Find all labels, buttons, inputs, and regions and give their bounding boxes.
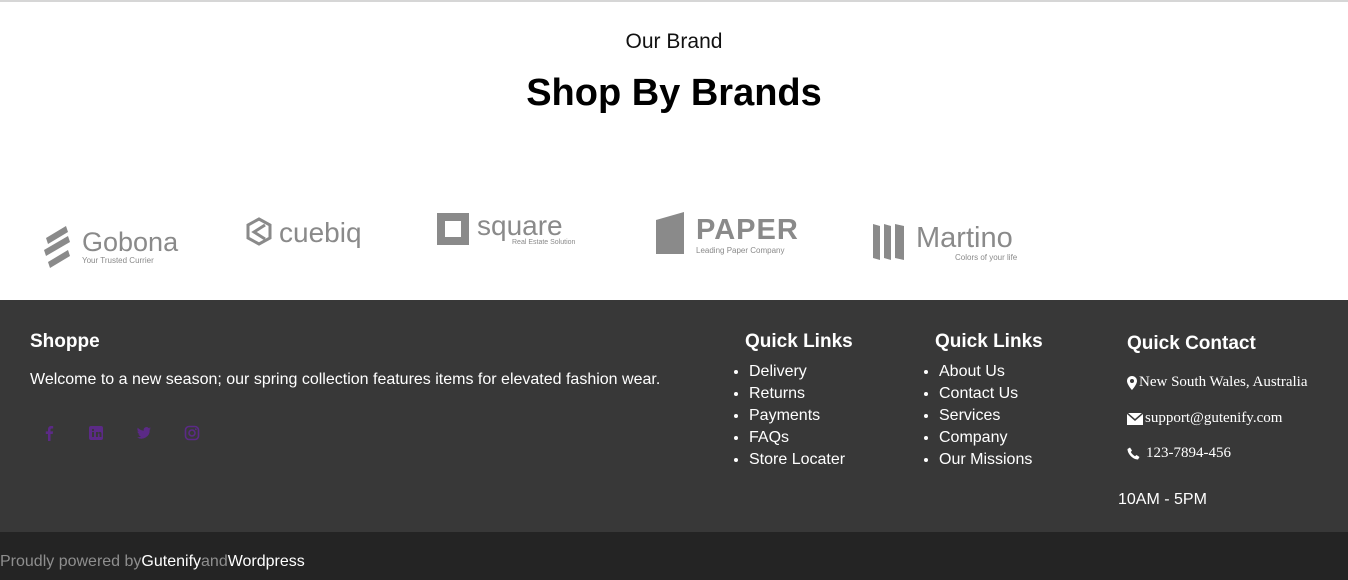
link-our-missions[interactable]: Our Missions — [939, 451, 1032, 468]
brand-tagline: Your Trusted Currier — [82, 256, 154, 265]
paperz-mark-icon — [656, 212, 684, 254]
contact-address-text: New South Wales, Australia — [1139, 374, 1308, 390]
quick-contact-title: Quick Contact — [1127, 333, 1256, 354]
envelope-icon — [1127, 412, 1143, 425]
list-item[interactable]: Company — [939, 427, 1032, 449]
quick-links-list-1: Delivery Returns Payments FAQs Store Loc… — [727, 361, 845, 471]
brand-name: square — [477, 210, 563, 241]
gutenify-link[interactable]: Gutenify — [141, 553, 201, 570]
contact-phone-text[interactable]: 123-7894-456 — [1146, 445, 1231, 462]
brand-name: Martino — [916, 222, 1013, 254]
linkedin-icon[interactable] — [88, 425, 104, 441]
wordpress-link[interactable]: Wordpress — [228, 553, 305, 570]
link-services[interactable]: Services — [939, 407, 1000, 424]
footer-description: Welcome to a new season; our spring coll… — [30, 371, 661, 388]
link-payments[interactable]: Payments — [749, 407, 820, 424]
list-item[interactable]: Store Locater — [749, 449, 845, 471]
cuebiq-mark-icon — [246, 217, 272, 246]
brand-tagline: Leading Paper Company — [696, 246, 785, 255]
brand-logo-square[interactable]: square Real Estate Solution — [436, 210, 581, 250]
contact-phone[interactable]: 123-7894-456 — [1127, 445, 1231, 462]
brand-name: Gobona — [82, 227, 179, 257]
business-hours: 10AM - 5PM — [1118, 491, 1207, 508]
site-footer: Shoppe Welcome to a new season; our spri… — [0, 300, 1348, 532]
brand-logo-cuebiq[interactable]: cuebiq — [245, 214, 375, 254]
brand-name: PAPERZ — [696, 214, 799, 246]
gobona-mark-icon — [44, 226, 70, 268]
brand-logo-paperz[interactable]: PAPERZ Leading Paper Company — [654, 210, 799, 258]
list-item[interactable]: About Us — [939, 361, 1032, 383]
list-item[interactable]: Contact Us — [939, 383, 1032, 405]
link-delivery[interactable]: Delivery — [749, 363, 807, 380]
list-item[interactable]: Returns — [749, 383, 845, 405]
link-faqs[interactable]: FAQs — [749, 429, 789, 446]
link-returns[interactable]: Returns — [749, 385, 805, 402]
phone-icon — [1127, 447, 1140, 460]
martino-mark-icon — [873, 224, 904, 260]
credits-line: Proudly powered byGutenifyandWordpress — [0, 553, 305, 571]
list-item[interactable]: Payments — [749, 405, 845, 427]
link-company[interactable]: Company — [939, 429, 1007, 446]
instagram-icon[interactable] — [184, 425, 200, 441]
brand-logo-gobona[interactable]: Gobona Your Trusted Currier — [42, 224, 192, 268]
section-heading: Shop By Brands — [526, 72, 822, 114]
bottom-bar: Proudly powered byGutenifyandWordpress — [0, 532, 1348, 580]
quick-links-title-1: Quick Links — [745, 331, 853, 352]
list-item[interactable]: Our Missions — [939, 449, 1032, 471]
contact-email[interactable]: support@gutenify.com — [1127, 410, 1282, 427]
facebook-icon[interactable] — [41, 425, 57, 441]
footer-brand-title: Shoppe — [30, 331, 100, 352]
link-store-locater[interactable]: Store Locater — [749, 451, 845, 468]
square-mark-icon — [437, 213, 469, 245]
brand-tagline: Colors of your life — [955, 253, 1018, 262]
map-marker-icon — [1127, 375, 1137, 390]
brand-logo-martino[interactable]: Martino Colors of your life — [872, 220, 1027, 264]
twitter-icon[interactable] — [136, 425, 152, 441]
contact-address: New South Wales, Australia — [1127, 374, 1308, 391]
brand-tagline: Real Estate Solution — [512, 239, 576, 246]
section-eyebrow: Our Brand — [625, 30, 723, 53]
credits-joiner: and — [201, 553, 228, 570]
link-contact-us[interactable]: Contact Us — [939, 385, 1018, 402]
list-item[interactable]: FAQs — [749, 427, 845, 449]
link-about-us[interactable]: About Us — [939, 363, 1005, 380]
list-item[interactable]: Delivery — [749, 361, 845, 383]
credits-prefix: Proudly powered by — [0, 553, 142, 570]
brands-section: Our Brand Shop By Brands Gobona Your Tru… — [0, 2, 1348, 300]
contact-email-text[interactable]: support@gutenify.com — [1145, 410, 1282, 427]
quick-links-list-2: About Us Contact Us Services Company Our… — [917, 361, 1032, 471]
list-item[interactable]: Services — [939, 405, 1032, 427]
brand-name: cuebiq — [279, 217, 362, 248]
quick-links-title-2: Quick Links — [935, 331, 1043, 352]
